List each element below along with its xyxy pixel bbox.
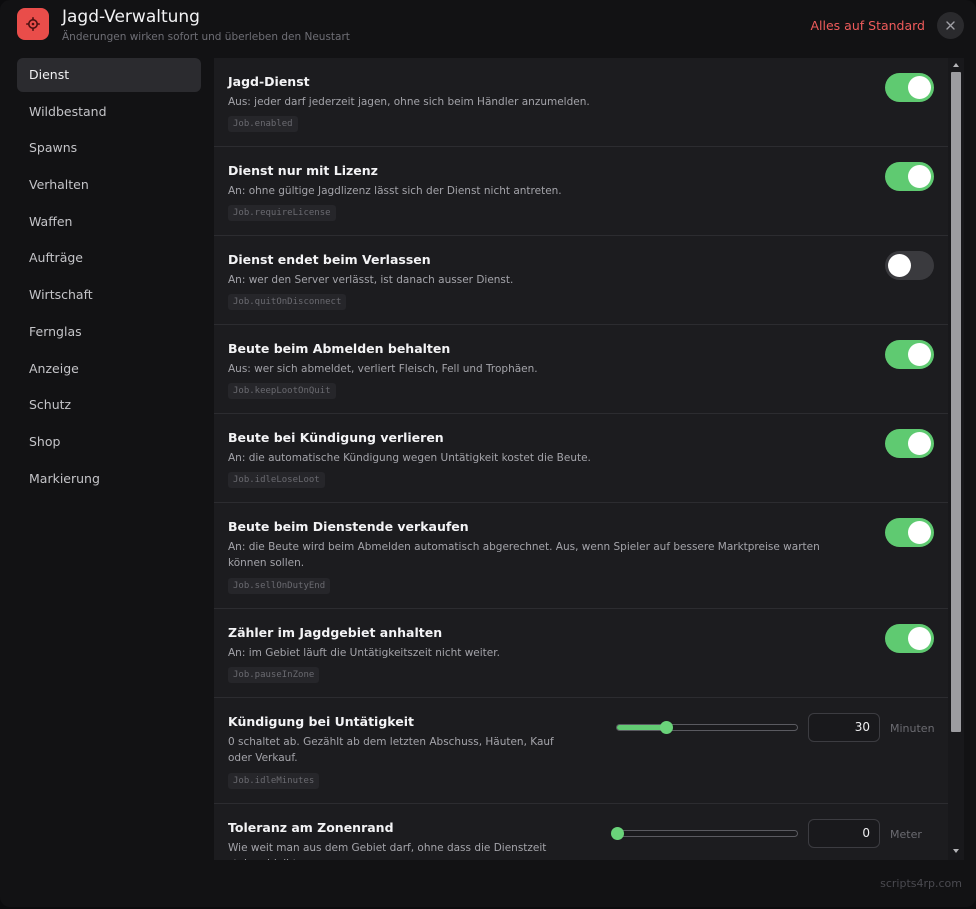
setting-title: Jagd-Dienst: [228, 74, 310, 89]
setting-key: Job.pauseInZone: [228, 667, 320, 683]
scroll-up-icon[interactable]: [952, 61, 960, 69]
setting-row-zone-tolerance: Toleranz am Zonenrand Wie weit man aus d…: [214, 804, 948, 860]
setting-description: An: die automatische Kündigung wegen Unt…: [228, 452, 591, 464]
setting-description: Wie weit man aus dem Gebiet darf, ohne d…: [228, 842, 547, 860]
sidebar-nav: Dienst Wildbestand Spawns Verhalten Waff…: [17, 58, 201, 498]
footer-credit: scripts4rp.com: [880, 877, 962, 890]
setting-row-job-idle-minutes: Kündigung bei Untätigkeit 0 schaltet ab.…: [214, 698, 948, 804]
idle-minutes-slider[interactable]: [616, 721, 798, 734]
unit-label: Minuten: [890, 722, 935, 735]
setting-title: Zähler im Jagdgebiet anhalten: [228, 625, 443, 640]
setting-title: Dienst endet beim Verlassen: [228, 252, 431, 267]
toggle-knob: [908, 432, 931, 455]
sidebar-item-waffen[interactable]: Waffen: [17, 205, 201, 239]
sidebar-item-spawns[interactable]: Spawns: [17, 131, 201, 165]
slider-fill: [617, 725, 666, 730]
setting-description: An: die Beute wird beim Abmelden automat…: [228, 541, 820, 569]
close-button[interactable]: [937, 12, 964, 39]
sidebar-item-auftraege[interactable]: Aufträge: [17, 241, 201, 275]
settings-panel: Jagd-Dienst Aus: jeder darf jederzeit ja…: [214, 58, 948, 860]
setting-row-job-pause-in-zone: Zähler im Jagdgebiet anhalten An: im Geb…: [214, 609, 948, 698]
sidebar-item-shop[interactable]: Shop: [17, 425, 201, 459]
scroll-down-icon[interactable]: [952, 847, 960, 855]
setting-key: Job.enabled: [228, 116, 298, 132]
sidebar-item-dienst[interactable]: Dienst: [17, 58, 201, 92]
setting-row-job-keep-loot-on-quit: Beute beim Abmelden behalten Aus: wer si…: [214, 325, 948, 414]
sidebar-item-fernglas[interactable]: Fernglas: [17, 315, 201, 349]
setting-title: Beute beim Dienstende verkaufen: [228, 519, 469, 534]
toggle-knob: [908, 76, 931, 99]
close-icon: [946, 21, 955, 30]
sidebar-item-wildbestand[interactable]: Wildbestand: [17, 95, 201, 129]
setting-key: Job.quitOnDisconnect: [228, 294, 347, 310]
slider-thumb[interactable]: [611, 827, 624, 840]
setting-title: Beute bei Kündigung verlieren: [228, 430, 444, 445]
idle-minutes-input[interactable]: 30: [808, 713, 880, 742]
setting-row-job-sell-on-duty-end: Beute beim Dienstende verkaufen An: die …: [214, 503, 948, 609]
toggle-job-require-license[interactable]: [885, 162, 934, 191]
setting-key: Job.sellOnDutyEnd: [228, 578, 331, 594]
toggle-job-sell-on-duty-end[interactable]: [885, 518, 934, 547]
setting-row-job-enabled: Jagd-Dienst Aus: jeder darf jederzeit ja…: [214, 58, 948, 147]
sidebar-item-anzeige[interactable]: Anzeige: [17, 352, 201, 386]
setting-key: Job.keepLootOnQuit: [228, 383, 336, 399]
setting-description: Aus: wer sich abmeldet, verliert Fleisch…: [228, 363, 538, 375]
sidebar-item-markierung[interactable]: Markierung: [17, 462, 201, 496]
setting-description: Aus: jeder darf jederzeit jagen, ohne si…: [228, 96, 590, 108]
setting-description: An: im Gebiet läuft die Untätigkeitszeit…: [228, 647, 500, 659]
sidebar-item-schutz[interactable]: Schutz: [17, 388, 201, 422]
header: Jagd-Verwaltung Änderungen wirken sofort…: [0, 0, 976, 54]
toggle-knob: [908, 521, 931, 544]
zone-tolerance-input[interactable]: 0: [808, 819, 880, 848]
setting-title: Kündigung bei Untätigkeit: [228, 714, 414, 729]
app-title: Jagd-Verwaltung: [62, 7, 200, 27]
setting-row-job-quit-on-disconnect: Dienst endet beim Verlassen An: wer den …: [214, 236, 948, 325]
app-subtitle: Änderungen wirken sofort und überleben d…: [62, 31, 350, 43]
sidebar-item-verhalten[interactable]: Verhalten: [17, 168, 201, 202]
toggle-knob: [908, 627, 931, 650]
gear-icon: [17, 8, 49, 40]
setting-row-job-idle-lose-loot: Beute bei Kündigung verlieren An: die au…: [214, 414, 948, 503]
toggle-job-keep-loot-on-quit[interactable]: [885, 340, 934, 369]
setting-title: Toleranz am Zonenrand: [228, 820, 394, 835]
setting-title: Dienst nur mit Lizenz: [228, 163, 378, 178]
reset-all-button[interactable]: Alles auf Standard: [811, 18, 926, 33]
toggle-knob: [888, 254, 911, 277]
toggle-job-idle-lose-loot[interactable]: [885, 429, 934, 458]
scrollbar-thumb[interactable]: [951, 72, 961, 732]
slider-thumb[interactable]: [659, 721, 673, 734]
unit-label: Meter: [890, 828, 922, 841]
setting-description: 0 schaltet ab. Gezählt ab dem letzten Ab…: [228, 736, 554, 764]
toggle-job-enabled[interactable]: [885, 73, 934, 102]
setting-description: An: ohne gültige Jagdlizenz lässt sich d…: [228, 185, 562, 197]
toggle-knob: [908, 343, 931, 366]
toggle-job-quit-on-disconnect[interactable]: [885, 251, 934, 280]
zone-tolerance-slider[interactable]: [611, 827, 798, 840]
setting-title: Beute beim Abmelden behalten: [228, 341, 451, 356]
setting-key: Job.idleLoseLoot: [228, 472, 325, 488]
content-scrollbar[interactable]: [948, 58, 964, 860]
toggle-job-pause-in-zone[interactable]: [885, 624, 934, 653]
toggle-knob: [908, 165, 931, 188]
sidebar-item-wirtschaft[interactable]: Wirtschaft: [17, 278, 201, 312]
setting-key: Job.idleMinutes: [228, 773, 320, 789]
app-window: Jagd-Verwaltung Änderungen wirken sofort…: [0, 0, 976, 907]
setting-description: An: wer den Server verlässt, ist danach …: [228, 274, 514, 286]
setting-key: Job.requireLicense: [228, 205, 336, 221]
setting-row-job-require-license: Dienst nur mit Lizenz An: ohne gültige J…: [214, 147, 948, 236]
